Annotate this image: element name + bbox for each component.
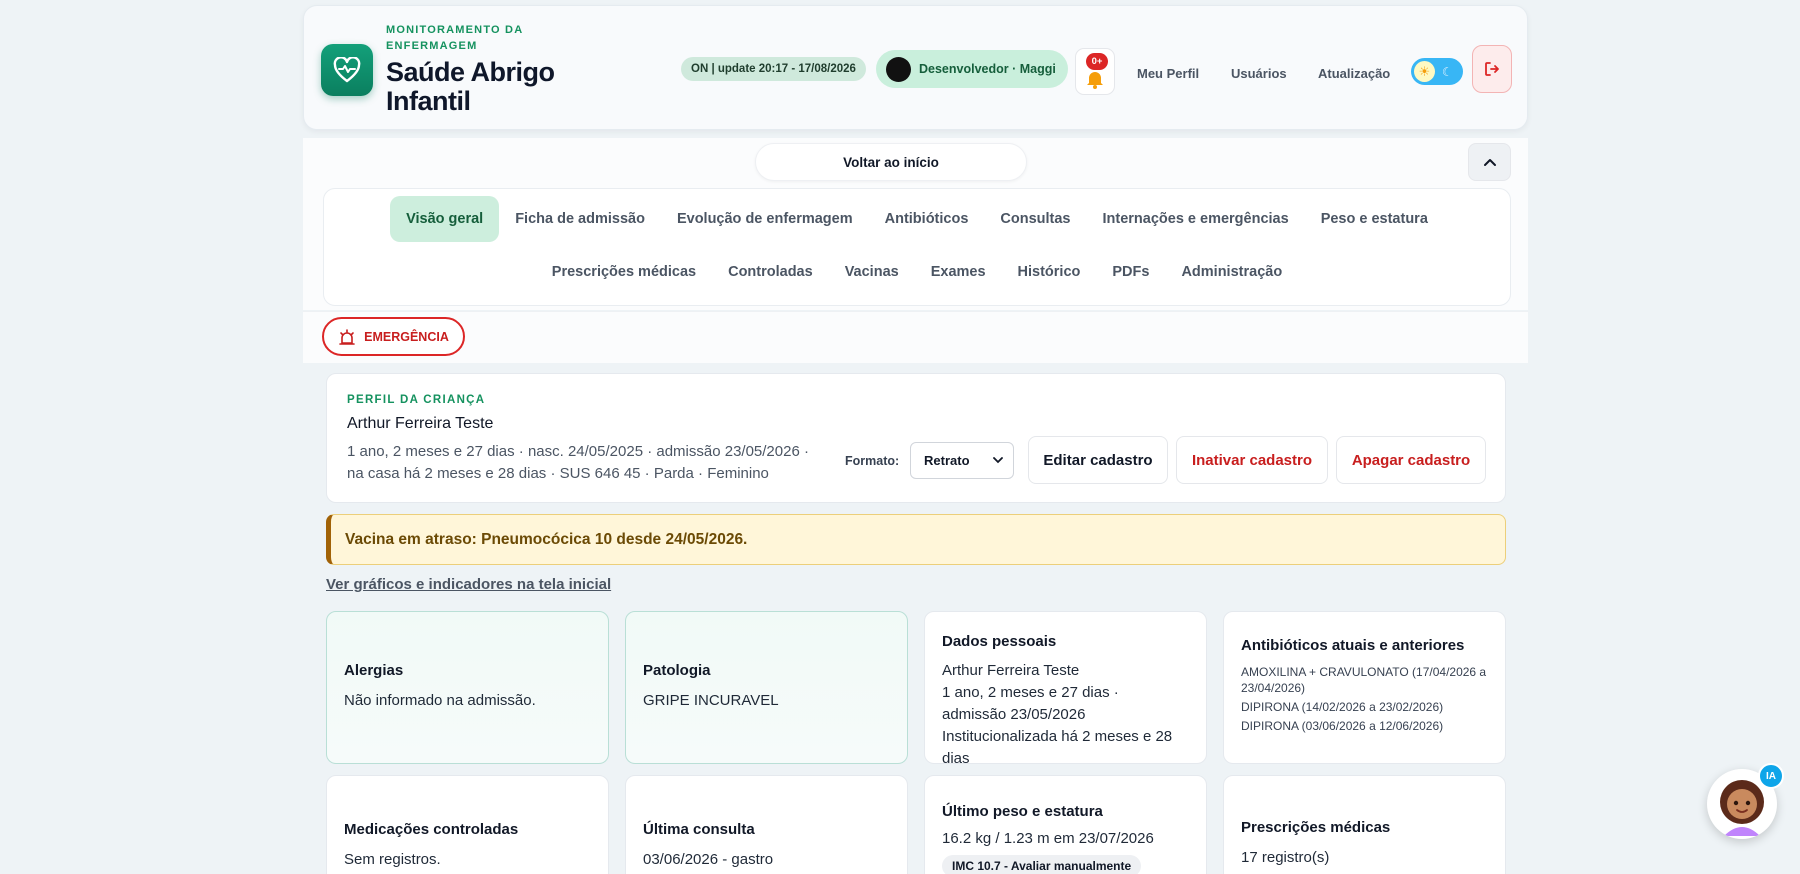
brand-title: Saúde Abrigo Infantil: [386, 57, 555, 116]
prescriptions-title: Prescrições médicas: [1241, 819, 1391, 836]
personal-data-title: Dados pessoais: [942, 633, 1057, 650]
chevron-down-icon: [993, 457, 1003, 464]
notification-count: 0+: [1086, 53, 1108, 70]
sun-icon: ☀: [1414, 61, 1435, 82]
pathology-text: GRIPE INCURAVEL: [643, 692, 779, 709]
chevron-up-icon: [1483, 159, 1496, 166]
siren-icon: [339, 328, 355, 345]
heart-logo-icon: [321, 44, 373, 96]
bell-icon: [1087, 71, 1103, 89]
antibiotics-card[interactable]: Antibióticos atuais e anteriores AMOXILI…: [1223, 611, 1506, 764]
tab-overview[interactable]: Visão geral: [390, 196, 500, 242]
deactivate-record-button[interactable]: Inativar cadastro: [1176, 436, 1328, 484]
tab-row-2: Prescrições médicas Controladas Vacinas …: [324, 249, 1510, 295]
allergies-text: Não informado na admissão.: [344, 692, 536, 709]
list-item: DIPIRONA (14/02/2026 a 23/02/2026): [1241, 700, 1444, 714]
nav-my-profile[interactable]: Meu Perfil: [1137, 66, 1199, 81]
profile-kicker: PERFIL DA CRIANÇA: [347, 394, 486, 406]
tab-controlled[interactable]: Controladas: [712, 249, 829, 295]
tab-row-1: Visão geral Ficha de admissão Evolução d…: [324, 196, 1510, 242]
tab-antibiotics[interactable]: Antibióticos: [869, 196, 985, 242]
tab-history[interactable]: Histórico: [1002, 249, 1097, 295]
personal-data-line: admissão 23/05/2026: [942, 706, 1086, 723]
vaccine-alert: Vacina em atraso: Pneumocócica 10 desde …: [326, 514, 1506, 565]
tab-consultations[interactable]: Consultas: [984, 196, 1086, 242]
allergies-title: Alergias: [344, 662, 404, 679]
pathology-title: Patologia: [643, 662, 711, 679]
tab-admission-form[interactable]: Ficha de admissão: [499, 196, 661, 242]
personal-data-text: Arthur Ferreira Teste 1 ano, 2 meses e 2…: [942, 660, 1197, 764]
format-value: Retrato: [924, 453, 970, 468]
nav-update[interactable]: Atualização: [1318, 66, 1390, 81]
child-details: 1 ano, 2 meses e 27 dias · nasc. 24/05/2…: [347, 441, 847, 485]
status-badge: ON | update 20:17 - 17/08/2026: [681, 57, 866, 81]
antibiotics-title: Antibióticos atuais e anteriores: [1241, 637, 1465, 654]
controlled-meds-text: Sem registros.: [344, 851, 441, 868]
emergency-band: EMERGÊNCIA: [303, 311, 1528, 363]
tab-weight-height[interactable]: Peso e estatura: [1305, 196, 1444, 242]
navigation-band: Voltar ao início Visão geral Ficha de ad…: [303, 138, 1528, 310]
tab-prescriptions[interactable]: Prescrições médicas: [536, 249, 712, 295]
child-name: Arthur Ferreira Teste: [347, 415, 494, 432]
nav-users[interactable]: Usuários: [1231, 66, 1287, 81]
personal-data-line: Institucionalizada há 2 meses e 28: [942, 728, 1173, 745]
personal-data-line: 1 ano, 2 meses e 27 dias ·: [942, 684, 1119, 701]
format-select[interactable]: Retrato: [910, 442, 1014, 479]
ai-badge: IA: [1758, 763, 1784, 789]
edit-record-button[interactable]: Editar cadastro: [1028, 436, 1168, 484]
tab-exams[interactable]: Exames: [915, 249, 1002, 295]
weight-height-card[interactable]: Último peso e estatura 16.2 kg / 1.23 m …: [924, 775, 1207, 874]
user-menu[interactable]: Desenvolvedor · Maggi: [876, 50, 1068, 88]
emergency-button[interactable]: EMERGÊNCIA: [322, 317, 465, 356]
weight-height-text: 16.2 kg / 1.23 m em 23/07/2026: [942, 830, 1154, 847]
collapse-button[interactable]: [1468, 143, 1511, 181]
child-details-line-1: 1 ano, 2 meses e 27 dias · nasc. 24/05/2…: [347, 443, 809, 460]
moon-icon: ☾: [1442, 64, 1453, 79]
child-details-line-2: na casa há 2 meses e 28 dias · SUS 646 4…: [347, 465, 769, 482]
child-profile-card: PERFIL DA CRIANÇA Arthur Ferreira Teste …: [326, 373, 1506, 503]
personal-data-line: dias: [942, 750, 970, 764]
personal-data-card[interactable]: Dados pessoais Arthur Ferreira Teste 1 a…: [924, 611, 1207, 764]
antibiotics-list: AMOXILINA + CRAVULONATO (17/04/2026 a 23…: [1241, 664, 1496, 737]
delete-record-button[interactable]: Apagar cadastro: [1336, 436, 1486, 484]
charts-link[interactable]: Ver gráficos e indicadores na tela inici…: [326, 576, 611, 593]
app-header: MONITORAMENTO DA ENFERMAGEM Saúde Abrigo…: [303, 5, 1528, 130]
back-home-button[interactable]: Voltar ao início: [755, 143, 1027, 181]
avatar: [886, 56, 911, 82]
allergies-card[interactable]: Alergias Não informado na admissão.: [326, 611, 609, 764]
bmi-badge: IMC 10.7 - Avaliar manualmente: [942, 855, 1142, 874]
emergency-label: EMERGÊNCIA: [364, 329, 449, 344]
user-name: Desenvolvedor · Maggi: [919, 62, 1056, 76]
tab-nursing-evolution[interactable]: Evolução de enfermagem: [661, 196, 869, 242]
controlled-meds-card[interactable]: Medicações controladas Sem registros.: [326, 775, 609, 874]
tab-pdfs[interactable]: PDFs: [1096, 249, 1165, 295]
last-consult-card[interactable]: Última consulta 03/06/2026 - gastro: [625, 775, 908, 874]
prescriptions-text: 17 registro(s): [1241, 849, 1330, 866]
tab-hospitalizations[interactable]: Internações e emergências: [1087, 196, 1305, 242]
theme-toggle[interactable]: ☀ ☾: [1411, 58, 1463, 85]
list-item: AMOXILINA + CRAVULONATO (17/04/2026 a 23…: [1241, 665, 1487, 695]
pathology-card[interactable]: Patologia GRIPE INCURAVEL: [625, 611, 908, 764]
controlled-meds-title: Medicações controladas: [344, 821, 519, 838]
brand-kicker: MONITORAMENTO DA ENFERMAGEM: [386, 24, 523, 52]
weight-height-title: Último peso e estatura: [942, 803, 1103, 820]
tab-vaccines[interactable]: Vacinas: [829, 249, 915, 295]
logout-button[interactable]: [1472, 45, 1512, 93]
notifications-button[interactable]: 0+: [1075, 48, 1115, 95]
prescriptions-card[interactable]: Prescrições médicas 17 registro(s): [1223, 775, 1506, 874]
list-item: DIPIRONA (03/06/2026 a 12/06/2026): [1241, 719, 1444, 733]
tabs-card: Visão geral Ficha de admissão Evolução d…: [323, 188, 1511, 306]
format-label: Formato:: [845, 454, 900, 468]
tab-administration[interactable]: Administração: [1165, 249, 1298, 295]
last-consult-title: Última consulta: [643, 821, 755, 838]
personal-data-line: Arthur Ferreira Teste: [942, 662, 1080, 679]
logout-icon: [1485, 62, 1499, 76]
last-consult-text: 03/06/2026 - gastro: [643, 851, 774, 868]
